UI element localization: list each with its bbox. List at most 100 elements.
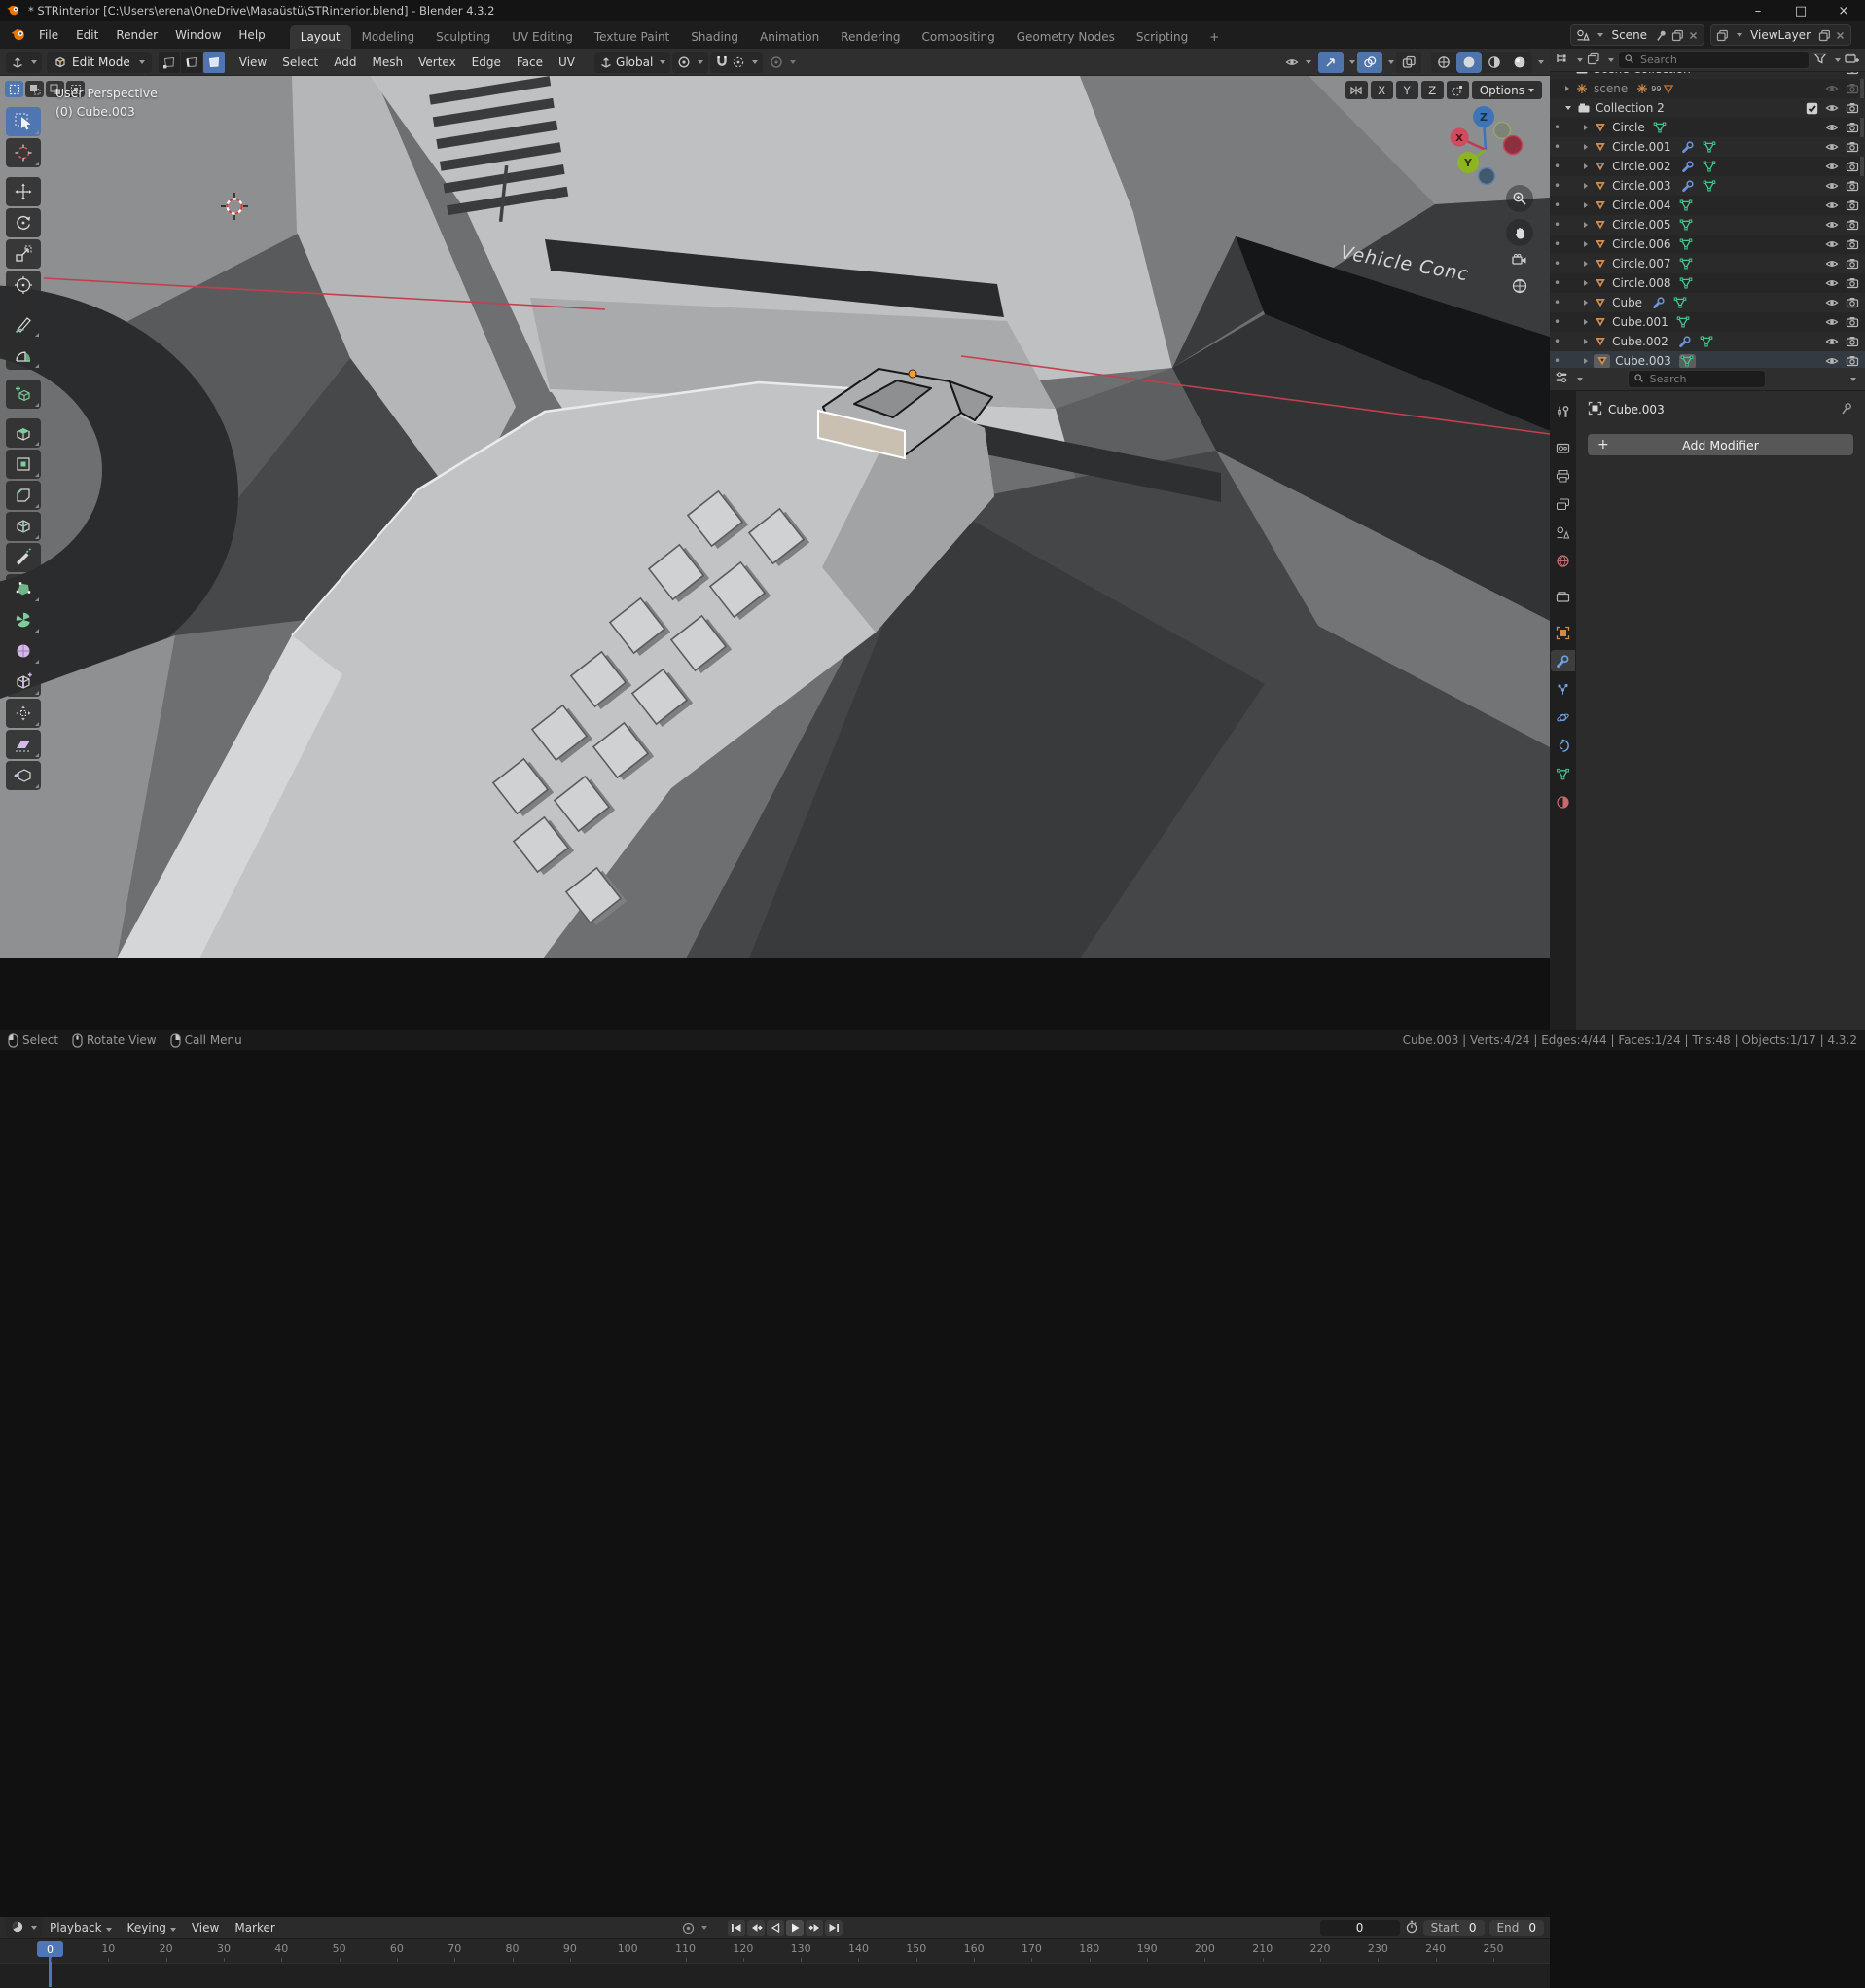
tool-cursor-button[interactable] bbox=[6, 138, 41, 167]
properties-tab-material[interactable] bbox=[1551, 791, 1575, 813]
hide-eye-icon[interactable] bbox=[1825, 237, 1839, 252]
viewport-menu-view[interactable]: View bbox=[232, 55, 274, 69]
jump-to-end-button[interactable] bbox=[825, 1920, 843, 1936]
outliner-row-circle-001[interactable]: •Circle.001 bbox=[1550, 137, 1865, 157]
disable-render-camera-icon[interactable] bbox=[1846, 276, 1859, 291]
expander-icon[interactable] bbox=[1584, 319, 1588, 325]
viewport-menu-face[interactable]: Face bbox=[509, 55, 551, 69]
expander-icon[interactable] bbox=[1584, 358, 1588, 364]
hide-eye-icon[interactable] bbox=[1825, 199, 1839, 213]
viewport-menu-uv[interactable]: UV bbox=[551, 55, 583, 69]
disable-render-camera-icon[interactable] bbox=[1846, 121, 1859, 135]
hide-eye-icon[interactable] bbox=[1825, 315, 1839, 330]
face-select-button[interactable] bbox=[203, 52, 225, 73]
unlink-icon[interactable] bbox=[1688, 28, 1699, 42]
properties-tab-particles[interactable] bbox=[1551, 678, 1575, 700]
properties-tab-tool[interactable] bbox=[1551, 401, 1575, 422]
expander-icon[interactable] bbox=[1584, 222, 1588, 228]
viewport-menu-mesh[interactable]: Mesh bbox=[365, 55, 412, 69]
outliner-row-circle[interactable]: •Circle bbox=[1550, 118, 1865, 137]
expander-icon[interactable] bbox=[1584, 183, 1588, 189]
close-button[interactable]: × bbox=[1822, 0, 1865, 21]
select-mode-new-button[interactable] bbox=[5, 81, 23, 97]
viewport-menu-vertex[interactable]: Vertex bbox=[411, 55, 464, 69]
tool-shear-button[interactable] bbox=[6, 730, 41, 759]
tool-inset-faces-button[interactable] bbox=[6, 450, 41, 479]
outliner-row-scene[interactable]: scene99 bbox=[1550, 79, 1865, 98]
timeline-menu-playback[interactable]: Playback bbox=[42, 1921, 120, 1934]
timeline-menu-marker[interactable]: Marker bbox=[227, 1921, 282, 1934]
expander-icon[interactable] bbox=[1584, 261, 1588, 267]
filter-funnel-icon[interactable] bbox=[1813, 52, 1827, 68]
scene-selector[interactable]: Scene bbox=[1570, 24, 1704, 46]
expander-icon[interactable] bbox=[1584, 202, 1588, 208]
properties-tab-modifiers[interactable] bbox=[1551, 650, 1575, 671]
play-reverse-button[interactable] bbox=[767, 1920, 784, 1936]
disable-render-camera-icon[interactable] bbox=[1846, 237, 1859, 252]
outliner-row-cube-003[interactable]: •Cube.003 bbox=[1550, 351, 1865, 368]
tool-annotate-button[interactable] bbox=[6, 309, 41, 339]
mirror-x-toggle[interactable]: X bbox=[1371, 81, 1393, 99]
menu-window[interactable]: Window bbox=[166, 25, 230, 45]
outliner-row-circle-006[interactable]: •Circle.006 bbox=[1550, 235, 1865, 254]
workspace-tab-sculpting[interactable]: Sculpting bbox=[425, 25, 501, 49]
tool-rotate-button[interactable] bbox=[6, 208, 41, 237]
current-frame-badge[interactable]: 0 bbox=[37, 1941, 63, 1957]
hide-eye-icon[interactable] bbox=[1825, 335, 1839, 349]
workspace-tab-shading[interactable]: Shading bbox=[680, 25, 749, 49]
breadcrumb-object-name[interactable]: Cube.003 bbox=[1608, 403, 1665, 416]
properties-tab-constraints[interactable] bbox=[1551, 735, 1575, 756]
unlink-icon[interactable] bbox=[1835, 28, 1846, 42]
xray-toggle[interactable] bbox=[1396, 52, 1421, 73]
outliner-row-circle-007[interactable]: •Circle.007 bbox=[1550, 254, 1865, 273]
next-keyframe-button[interactable] bbox=[806, 1920, 823, 1936]
disable-render-camera-icon[interactable] bbox=[1846, 257, 1859, 271]
outliner-filter-display-icon[interactable] bbox=[1587, 52, 1600, 68]
disable-render-camera-icon[interactable] bbox=[1846, 179, 1859, 194]
camera-view-button[interactable] bbox=[1511, 253, 1528, 271]
viewport-menu-edge[interactable]: Edge bbox=[464, 55, 509, 69]
new-collection-icon[interactable] bbox=[1845, 52, 1860, 68]
tool-rip-region-button[interactable] bbox=[6, 761, 41, 790]
select-mode-extend-button[interactable] bbox=[25, 81, 44, 97]
minimize-button[interactable]: – bbox=[1737, 0, 1779, 21]
proportional-editing-buttons[interactable] bbox=[765, 52, 801, 73]
disable-render-camera-icon[interactable] bbox=[1846, 72, 1859, 76]
tool-shrink-fatten-button[interactable] bbox=[6, 699, 41, 728]
tool-measure-button[interactable] bbox=[6, 341, 41, 370]
hide-eye-icon[interactable] bbox=[1825, 296, 1839, 310]
tool-move-button[interactable] bbox=[6, 177, 41, 206]
options-dropdown[interactable]: Options bbox=[1472, 81, 1542, 99]
timeline-menu-keying[interactable]: Keying bbox=[120, 1921, 184, 1934]
hide-eye-icon[interactable] bbox=[1825, 354, 1839, 368]
blender-menu-icon[interactable] bbox=[10, 25, 26, 45]
navigation-gizmo[interactable]: Z X Y bbox=[1447, 101, 1524, 199]
timeline-editor-type-button[interactable] bbox=[6, 1917, 42, 1938]
expander-icon[interactable] bbox=[1584, 241, 1588, 247]
outliner-row-circle-005[interactable]: •Circle.005 bbox=[1550, 215, 1865, 235]
workspace-tab-layout[interactable]: Layout bbox=[290, 25, 351, 49]
material-preview-button[interactable] bbox=[1482, 52, 1507, 73]
properties-tab-view-layer[interactable] bbox=[1551, 493, 1575, 515]
tool-poly-build-button[interactable] bbox=[6, 574, 41, 603]
tool-extrude-region-button[interactable] bbox=[6, 418, 41, 448]
hide-eye-icon[interactable] bbox=[1825, 140, 1839, 155]
properties-editor-type-icon[interactable] bbox=[1555, 371, 1569, 387]
pan-hand-button[interactable] bbox=[1506, 219, 1533, 246]
workspace-tab-modeling[interactable]: Modeling bbox=[351, 25, 426, 49]
outliner-row-circle-002[interactable]: •Circle.002 bbox=[1550, 157, 1865, 176]
hide-eye-icon[interactable] bbox=[1825, 82, 1839, 96]
hide-eye-icon[interactable] bbox=[1825, 72, 1839, 76]
show-gizmo-toggle[interactable] bbox=[1318, 52, 1344, 73]
hide-eye-icon[interactable] bbox=[1825, 257, 1839, 271]
outliner-row-circle-008[interactable]: •Circle.008 bbox=[1550, 273, 1865, 293]
disable-render-camera-icon[interactable] bbox=[1846, 82, 1859, 96]
hide-eye-icon[interactable] bbox=[1825, 160, 1839, 174]
properties-tab-object[interactable] bbox=[1551, 622, 1575, 643]
pivot-point-dropdown[interactable] bbox=[672, 52, 708, 73]
workspace-tab-scripting[interactable]: Scripting bbox=[1126, 25, 1199, 49]
3d-viewport[interactable]: X Y Z Options User Perspective (0) Cube.… bbox=[0, 76, 1550, 958]
disable-render-camera-icon[interactable] bbox=[1846, 218, 1859, 233]
menu-render[interactable]: Render bbox=[107, 25, 166, 45]
disable-render-camera-icon[interactable] bbox=[1846, 354, 1859, 368]
